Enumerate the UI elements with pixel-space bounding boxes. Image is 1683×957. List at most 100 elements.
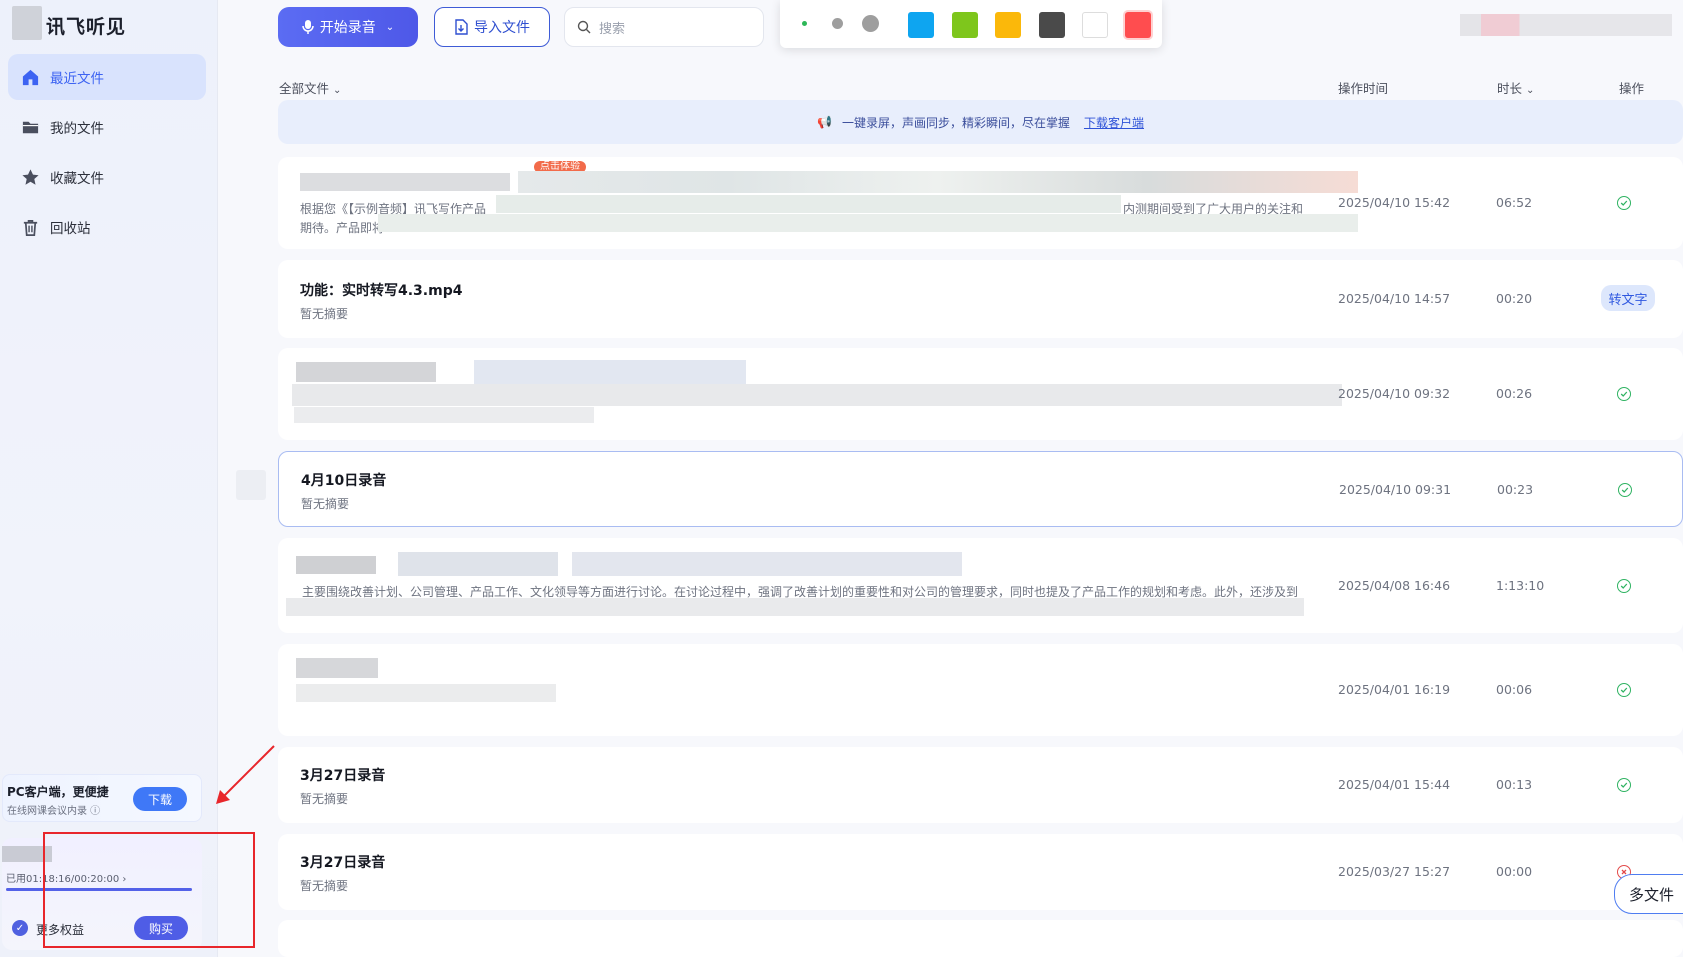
file-row[interactable]: 功能：实时转写4.3.mp4 暂无摘要 2025/04/10 14:57 00:…	[278, 260, 1683, 338]
app-window: 讯飞听见 最近文件 我的文件 收藏文件 回收站 PC客户端，更便捷 在线网课会议…	[0, 0, 1683, 957]
file-duration: 00:00	[1496, 864, 1533, 879]
multi-file-button[interactable]: 多文件	[1614, 874, 1683, 914]
status-done-icon	[1617, 778, 1631, 792]
file-summary-line2: 期待。产品即将	[300, 221, 385, 235]
folder-icon	[20, 117, 40, 137]
header-time: 操作时间	[1338, 81, 1389, 96]
file-time: 2025/04/01 16:19	[1338, 682, 1451, 697]
download-button[interactable]: 下载	[133, 787, 187, 811]
file-row-selected[interactable]: 4月10日录音 暂无摘要 2025/04/10 09:31 00:23	[278, 451, 1683, 527]
start-recording-button[interactable]: 开始录音 ⌄	[278, 7, 418, 47]
title-redacted	[296, 658, 378, 678]
import-file-button[interactable]: 导入文件	[434, 7, 550, 47]
summary-redacted	[294, 407, 594, 423]
status-done-icon	[1617, 579, 1631, 593]
file-title: 3月27日录音	[300, 768, 386, 784]
status-done-icon	[1617, 683, 1631, 697]
color-swatch-red[interactable]	[1125, 12, 1151, 38]
sidebar: 讯飞听见 最近文件 我的文件 收藏文件 回收站 PC客户端，更便捷 在线网课会议…	[0, 0, 218, 957]
title-redacted	[296, 556, 376, 574]
title-redacted	[300, 173, 510, 191]
file-row[interactable]: 3月27日录音 暂无摘要 2025/03/27 15:27 00:00	[278, 834, 1683, 910]
pen-size-medium[interactable]	[832, 18, 843, 29]
summary-redacted	[292, 384, 1342, 406]
file-summary: 暂无摘要	[300, 792, 349, 806]
import-file-label: 导入文件	[474, 20, 530, 36]
transcribe-button[interactable]: 转文字	[1601, 285, 1655, 311]
file-duration: 00:13	[1496, 777, 1533, 792]
file-duration: 06:52	[1496, 195, 1533, 210]
file-title: 3月27日录音	[300, 855, 386, 871]
pen-size-large[interactable]	[862, 15, 879, 32]
chevron-down-icon: ⌄	[1526, 85, 1535, 96]
title-redacted	[572, 552, 962, 576]
file-summary: 暂无摘要	[301, 497, 350, 511]
microphone-icon	[302, 20, 314, 34]
summary-redacted	[496, 195, 1121, 213]
filter-all-files[interactable]: 全部文件 ⌄	[279, 78, 341, 97]
file-row[interactable]: 主要围绕改善计划、公司管理、产品工作、文化领导等方面进行讨论。在讨论过程中，强调…	[278, 538, 1683, 633]
file-row-partial[interactable]	[278, 920, 1683, 957]
annotation-arrow-icon	[216, 745, 275, 804]
download-client-link[interactable]: 下载客户端	[1084, 114, 1144, 131]
scroll-handle[interactable]	[236, 470, 266, 500]
summary-redacted	[378, 214, 1358, 232]
annotation-highlight-box	[43, 832, 255, 948]
file-duration: 00:06	[1496, 682, 1533, 697]
file-time: 2025/04/10 14:57	[1338, 291, 1451, 306]
header-name-label: 全部文件	[279, 81, 330, 96]
title-redacted	[474, 360, 746, 384]
title-redacted	[296, 362, 436, 382]
title-redacted	[518, 171, 1358, 193]
file-title: 4月10日录音	[301, 473, 387, 489]
search-placeholder: 搜索	[599, 21, 626, 37]
color-swatch-blue[interactable]	[908, 12, 934, 38]
sidebar-item-favorites[interactable]: 收藏文件	[8, 154, 206, 200]
file-duration: 00:26	[1496, 386, 1533, 401]
pen-size-small[interactable]	[802, 21, 807, 26]
file-row[interactable]: 2025/04/01 16:19 00:06	[278, 644, 1683, 736]
annotation-color-picker	[780, 0, 1162, 48]
star-icon	[20, 167, 40, 187]
chevron-down-icon: ⌄	[385, 21, 395, 33]
search-icon	[577, 20, 591, 34]
color-swatch-dark-gray[interactable]	[1039, 12, 1065, 38]
file-row[interactable]: 点击体验 根据您《【示例音频】讯飞写作产品 内测期间受到了广大用户的关注和 期待…	[278, 157, 1683, 249]
promo-title: PC客户端，更便捷	[7, 785, 109, 799]
sort-duration[interactable]: 时长 ⌄	[1497, 78, 1534, 97]
file-time: 2025/03/27 15:27	[1338, 864, 1451, 879]
file-duration: 1:13:10	[1496, 578, 1545, 593]
summary-redacted	[296, 684, 556, 702]
file-title: 功能：实时转写4.3.mp4	[300, 283, 463, 299]
color-swatch-yellow[interactable]	[995, 12, 1021, 38]
promo-banner: 📢 一键录屏，声画同步，精彩瞬间，尽在掌握 下载客户端	[278, 100, 1683, 144]
title-redacted	[398, 552, 558, 576]
promo-subtitle: 在线网课会议内录 ⓘ	[7, 806, 101, 817]
file-duration: 00:23	[1497, 482, 1534, 497]
file-summary: 暂无摘要	[300, 879, 349, 893]
sidebar-item-recent[interactable]: 最近文件	[8, 54, 206, 100]
file-time: 2025/04/10 09:32	[1338, 386, 1451, 401]
sidebar-item-label: 我的文件	[50, 121, 104, 137]
search-input[interactable]: 搜索	[564, 7, 764, 47]
file-row[interactable]: 3月27日录音 暂无摘要 2025/04/01 15:44 00:13	[278, 747, 1683, 823]
shield-check-icon: ✓	[12, 920, 28, 936]
sidebar-item-label: 收藏文件	[50, 171, 104, 187]
sidebar-item-my-files[interactable]: 我的文件	[8, 104, 206, 150]
pc-client-promo: PC客户端，更便捷 在线网课会议内录 ⓘ 下载	[2, 774, 202, 822]
file-row[interactable]: 2025/04/10 09:32 00:26	[278, 348, 1683, 440]
header-duration-label: 时长	[1497, 81, 1523, 96]
color-swatch-white[interactable]	[1082, 12, 1108, 38]
color-swatch-green[interactable]	[952, 12, 978, 38]
banner-text: 一键录屏，声画同步，精彩瞬间，尽在掌握	[841, 115, 1070, 130]
app-logo	[12, 6, 42, 40]
file-summary: 暂无摘要	[300, 307, 349, 321]
file-time: 2025/04/08 16:46	[1338, 578, 1451, 593]
header-action: 操作	[1619, 81, 1645, 96]
file-time: 2025/04/10 15:42	[1338, 195, 1451, 210]
file-time: 2025/04/01 15:44	[1338, 777, 1451, 792]
start-recording-label: 开始录音	[319, 20, 376, 36]
chevron-down-icon: ⌄	[333, 85, 342, 96]
status-done-icon	[1618, 483, 1632, 497]
sidebar-item-trash[interactable]: 回收站	[8, 204, 206, 250]
